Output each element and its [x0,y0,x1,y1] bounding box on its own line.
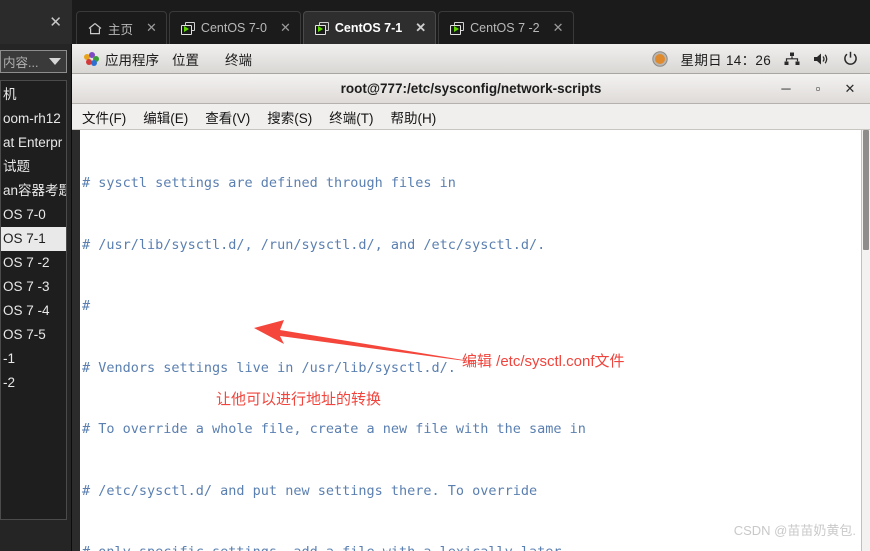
vm-icon [450,21,465,35]
close-icon[interactable]: ✕ [415,20,426,36]
tab-label: CentOS 7-1 [334,21,403,35]
tab-centos-7-2[interactable]: CentOS 7 -2 ✕ [438,11,574,44]
list-item[interactable]: at Enterpr [1,131,66,155]
tab-label: 主页 [108,22,134,37]
tab-label: CentOS 7 -2 [470,21,540,35]
buffer-line: # To override a whole file, create a new… [82,421,586,437]
tab-centos-7-1[interactable]: CentOS 7-1 ✕ [302,11,437,44]
menu-view[interactable]: 查看(V) [205,107,250,127]
tab-label: CentOS 7-0 [200,21,267,35]
clock[interactable]: 星期日 14：26 [681,49,771,69]
window-title: root@777:/etc/sysconfig/network-scripts [340,81,602,96]
list-item[interactable]: 试题 [1,155,66,179]
scrollbar-thumb[interactable] [863,130,869,250]
terminal-window: root@777:/etc/sysconfig/network-scripts … [72,74,870,551]
close-icon[interactable]: ✕ [553,20,564,36]
tab-home[interactable]: 主页 ✕ [76,11,167,44]
maximize-button[interactable]: ▫ [812,82,824,95]
vmware-tab-bar: ✕ 主页 ✕ CentOS 7-0 ✕ CentOS 7-1 ✕ CentOS … [0,0,870,44]
places-menu[interactable]: 位置 [159,49,212,69]
menu-search[interactable]: 搜索(S) [267,107,312,127]
network-icon[interactable] [784,52,800,66]
panel-tray: 星期日 14：26 [651,49,870,69]
tab-centos-7-0[interactable]: CentOS 7-0 ✕ [168,11,301,44]
screenshot-root: ✕ 主页 ✕ CentOS 7-0 ✕ CentOS 7-1 ✕ CentOS … [0,0,870,551]
chevron-down-icon[interactable] [49,58,61,65]
home-icon [88,22,102,35]
close-button[interactable]: ✕ [844,82,856,95]
window-controls: ─ ▫ ✕ [780,82,870,95]
buffer-line: # only specific settings, add a file wit… [82,542,861,551]
list-item[interactable]: OS 7 -2 [1,251,66,275]
terminal-left-gutter [72,130,80,551]
library-list[interactable]: 机 oom-rh12 at Enterpr 试题 an容器考题 OS 7-0 O… [0,80,67,520]
vm-icon [314,21,329,35]
menu-terminal[interactable]: 终端(T) [329,107,373,127]
close-icon[interactable]: ✕ [146,20,157,36]
library-panel-header: ✕ [0,0,72,44]
list-item[interactable]: OS 7 -3 [1,275,66,299]
terminal-menu[interactable]: 终端 [212,49,265,69]
power-icon[interactable] [843,51,858,66]
annotation-text-edit-file: 编辑 /etc/sysctl.conf文件 [462,353,625,370]
list-item[interactable]: OS 7 -4 [1,299,66,323]
list-item[interactable]: 机 [1,83,66,107]
list-item[interactable]: -1 [1,347,66,371]
list-item[interactable]: an容器考题 [1,179,66,203]
gnome-foot-icon [84,51,99,66]
terminal-title-bar[interactable]: root@777:/etc/sysconfig/network-scripts … [72,74,870,104]
applications-menu[interactable]: 应用程序 [72,49,159,69]
places-menu-label: 位置 [172,52,199,68]
list-item-selected[interactable]: OS 7-1 [1,227,66,251]
annotation-text-address-translation: 让他可以进行地址的转换 [216,391,382,408]
buffer-line: # /etc/sysctl.d/ and put new settings th… [82,482,538,499]
volume-icon[interactable] [813,52,830,66]
terminal-scrollbar[interactable] [861,130,870,551]
csdn-watermark: CSDN @苗苗奶黄包. [733,523,856,538]
list-item[interactable]: OS 7-0 [1,203,66,227]
gnome-top-panel: 应用程序 位置 终端 星期日 14：26 [72,44,870,74]
list-item[interactable]: -2 [1,371,66,395]
library-search-text: 内容... [3,56,39,70]
buffer-line: # /usr/lib/sysctl.d/, /run/sysctl.d/, an… [82,236,546,253]
user-avatar-icon[interactable] [651,50,668,67]
close-icon[interactable]: ✕ [49,15,62,30]
buffer-line: # [82,298,91,314]
red-arrow-annotation [254,320,488,364]
tab-strip: 主页 ✕ CentOS 7-0 ✕ CentOS 7-1 ✕ CentOS 7 … [72,0,576,44]
menu-file[interactable]: 文件(F) [82,107,126,127]
terminal-menu-label: 终端 [225,52,252,68]
vm-library-sidebar: 内容... 机 oom-rh12 at Enterpr 试题 an容器考题 OS… [0,44,72,551]
minimize-button[interactable]: ─ [780,82,792,95]
menu-edit[interactable]: 编辑(E) [143,107,188,127]
list-item[interactable]: oom-rh12 [1,107,66,131]
vm-icon [180,21,195,35]
applications-menu-label: 应用程序 [105,52,159,68]
library-search-input[interactable]: 内容... [0,50,67,73]
buffer-line: # sysctl settings are defined through fi… [82,175,456,191]
list-item[interactable]: OS 7-5 [1,323,66,347]
menu-help[interactable]: 帮助(H) [391,107,437,127]
terminal-menu-bar: 文件(F) 编辑(E) 查看(V) 搜索(S) 终端(T) 帮助(H) [72,104,870,130]
close-icon[interactable]: ✕ [280,20,291,36]
